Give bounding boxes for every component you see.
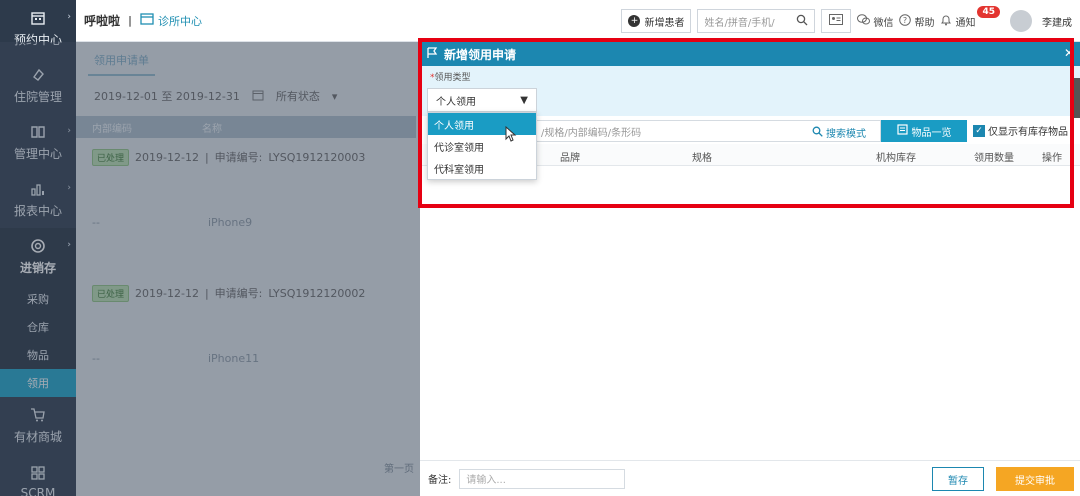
column-header-brand: 品牌 (560, 153, 580, 164)
plus-icon: + (628, 15, 641, 27)
wechat-link[interactable]: 微信 (857, 14, 893, 29)
help-link[interactable]: ? 帮助 (899, 13, 935, 29)
checkmark-icon: ✓ (973, 124, 985, 137)
patient-search-input[interactable]: 姓名/拼音/手机/ (697, 9, 816, 33)
help-icon: ? (899, 13, 912, 29)
remark-placeholder: 请输入... (466, 475, 506, 486)
remark-input[interactable]: 请输入... (459, 468, 626, 489)
modal-title: 新增领用申请 (444, 47, 517, 62)
notification-label: 通知 (955, 17, 976, 29)
modal-mask (0, 42, 420, 496)
stock-only-checkbox[interactable]: ✓ 仅显示有库存物品 (973, 123, 1068, 138)
id-card-icon (829, 14, 844, 28)
mouse-cursor-icon (505, 125, 517, 145)
column-header-stock: 机构库存 (876, 153, 916, 164)
submit-approval-button[interactable]: 提交审批 (996, 467, 1074, 491)
requisition-type-menu: 个人领用 代诊室领用 代科室领用 (427, 112, 537, 180)
search-mode-link[interactable]: 搜索模式 (812, 125, 866, 140)
svg-text:?: ? (903, 16, 907, 25)
column-header-quantity: 领用数量 (974, 153, 1014, 164)
brand-separator: | (128, 14, 133, 27)
clinic-link[interactable]: 诊所中心 (140, 13, 202, 29)
patient-search-placeholder: 姓名/拼音/手机/ (704, 17, 775, 29)
wechat-icon (857, 14, 871, 28)
modal-header: 新增领用申请 ✕ (420, 42, 1080, 66)
notification-link[interactable]: 通知 (940, 14, 975, 29)
modal-footer: 备注: 请输入... 暂存 提交审批 (420, 460, 1080, 496)
item-catalog-button[interactable]: 物品一览 (881, 120, 967, 142)
id-card-button[interactable] (821, 9, 852, 33)
item-catalog-label: 物品一览 (911, 127, 952, 139)
new-patient-label: 新增患者 (644, 17, 685, 29)
search-icon[interactable] (796, 14, 808, 29)
wechat-label: 微信 (873, 17, 894, 29)
scroll-edge (1074, 78, 1080, 118)
search-icon (812, 126, 823, 140)
bell-icon (940, 14, 952, 29)
item-search-placeholder: /规格/内部编码/条形码 (541, 127, 642, 139)
new-patient-button[interactable]: + 新增患者 (621, 9, 692, 33)
column-header-spec: 规格 (692, 153, 712, 164)
remark-label: 备注: (428, 475, 452, 486)
catalog-icon (896, 124, 908, 138)
column-header-action: 操作 (1042, 153, 1062, 164)
clinic-label: 诊所中心 (158, 14, 203, 28)
requisition-type-label: *领用类型 (430, 73, 471, 83)
topbar-actions: + 新增患者 姓名/拼音/手机/ 微信 ? 帮助 通知 45 李建成 (621, 6, 1072, 34)
help-label: 帮助 (914, 17, 935, 29)
user-name[interactable]: 李建成 (1042, 14, 1072, 29)
option-clinic-room[interactable]: 代诊室领用 (428, 135, 536, 157)
search-mode-label: 搜索模式 (826, 129, 866, 140)
close-icon[interactable]: ✕ (1064, 46, 1074, 60)
notification-count-badge: 45 (977, 6, 1000, 18)
avatar[interactable] (1010, 10, 1032, 32)
caret-down-icon: ▼ (520, 94, 528, 106)
option-personal[interactable]: 个人领用 (428, 113, 536, 135)
requisition-type-value: 个人领用 (436, 96, 476, 108)
topbar: 呼啦啦 | 诊所中心 + 新增患者 姓名/拼音/手机/ 微信 ? 帮助 通知 4… (76, 0, 1080, 42)
save-draft-button[interactable]: 暂存 (932, 467, 984, 491)
brand-name: 呼啦啦 (84, 14, 121, 28)
calendar-icon (30, 10, 46, 26)
stock-only-label: 仅显示有库存物品 (988, 127, 1068, 138)
requisition-type-label-text: 领用类型 (434, 73, 471, 83)
requisition-type-select[interactable]: 个人领用 ▼ (427, 88, 537, 112)
option-department[interactable]: 代科室领用 (428, 157, 536, 179)
flag-icon (426, 46, 438, 62)
clinic-icon (140, 13, 154, 28)
chevron-right-icon: › (67, 12, 71, 22)
